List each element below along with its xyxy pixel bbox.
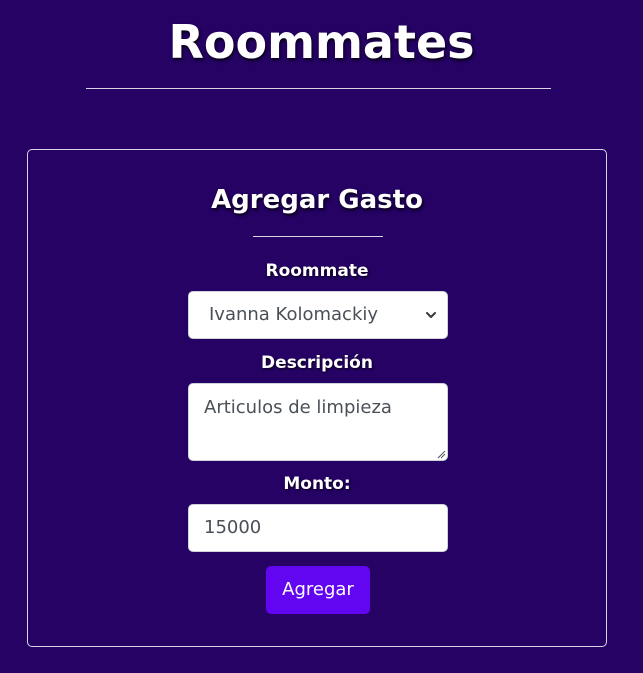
description-label: Descripción xyxy=(261,353,373,373)
chevron-down-icon xyxy=(426,312,436,318)
amount-label: Monto: xyxy=(283,474,351,494)
roommate-select[interactable]: Ivanna Kolomackiy xyxy=(188,291,448,339)
add-expense-button[interactable]: Agregar xyxy=(266,566,370,614)
roommate-selected-value: Ivanna Kolomackiy xyxy=(209,304,379,325)
description-textarea[interactable]: Articulos de limpieza xyxy=(188,383,448,461)
resize-grip-icon[interactable] xyxy=(436,449,446,459)
card-title: Agregar Gasto xyxy=(211,185,423,215)
add-expense-card: Agregar Gasto Roommate Ivanna Kolomackiy… xyxy=(27,149,607,647)
amount-input[interactable]: 15000 xyxy=(188,504,448,552)
title-divider xyxy=(86,88,551,89)
page-title: Roommates xyxy=(168,15,475,69)
card-divider xyxy=(253,236,383,237)
description-value: Articulos de limpieza xyxy=(204,397,392,418)
roommate-label: Roommate xyxy=(265,261,369,281)
amount-value: 15000 xyxy=(204,517,262,538)
